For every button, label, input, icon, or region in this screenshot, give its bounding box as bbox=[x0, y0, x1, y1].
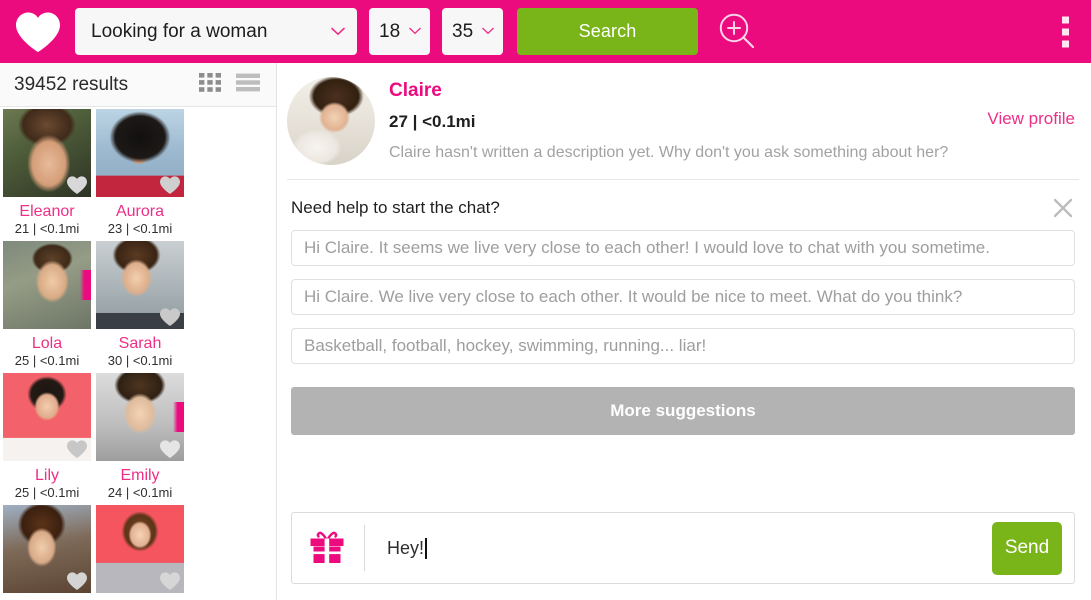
favorite-heart-icon[interactable] bbox=[159, 439, 181, 459]
chat-suggestion-2[interactable]: Hi Claire. We live very close to each ot… bbox=[291, 279, 1075, 315]
dating-app-window: Looking for a woman 18 35 Search 39452 r… bbox=[0, 0, 1091, 600]
profile-tile-name: Aurora bbox=[115, 203, 165, 220]
view-profile-link[interactable]: View profile bbox=[987, 109, 1075, 129]
age-min-value: 18 bbox=[379, 20, 401, 42]
chat-suggestion-1[interactable]: Hi Claire. It seems we live very close t… bbox=[291, 230, 1075, 266]
profile-tile[interactable]: Emily 24 | <0.1mi bbox=[96, 373, 184, 501]
profile-tile[interactable]: Zoe 25 | <0.1mi bbox=[96, 505, 184, 600]
chat-suggestion-3[interactable]: Basketball, football, hockey, swimming, … bbox=[291, 328, 1075, 364]
search-button[interactable]: Search bbox=[517, 8, 698, 55]
text-caret bbox=[425, 537, 427, 559]
profile-tile[interactable]: Lola 25 | <0.1mi bbox=[3, 241, 91, 369]
profile-tile[interactable]: Eleanor 21 | <0.1mi bbox=[3, 109, 91, 237]
profile-avatar[interactable] bbox=[287, 77, 375, 165]
profile-tile-name: Emily bbox=[120, 467, 160, 484]
chat-help-title: Need help to start the chat? bbox=[291, 198, 500, 217]
profile-tile-meta: 24 | <0.1mi bbox=[107, 485, 173, 500]
profile-meta: 27 | <0.1mi bbox=[389, 112, 476, 131]
profile-tile-meta: 21 | <0.1mi bbox=[14, 221, 80, 236]
gift-icon[interactable] bbox=[306, 527, 348, 569]
favorite-heart-icon[interactable] bbox=[159, 307, 181, 327]
profile-thumbnail[interactable] bbox=[96, 109, 184, 197]
age-min-select[interactable]: 18 bbox=[369, 8, 430, 55]
chat-help-header: Need help to start the chat? bbox=[287, 180, 1079, 230]
new-profile-flag bbox=[173, 402, 184, 432]
profile-info: Claire 27 | <0.1mi Claire hasn't written… bbox=[389, 77, 1079, 165]
profile-thumbnail[interactable] bbox=[96, 241, 184, 329]
profile-tile-name: Sarah bbox=[118, 335, 162, 352]
message-input-value: Hey! bbox=[387, 537, 425, 558]
favorite-heart-icon[interactable] bbox=[66, 571, 88, 591]
profile-tile-meta: 25 | <0.1mi bbox=[14, 353, 80, 368]
close-icon[interactable] bbox=[1051, 196, 1075, 220]
results-sidebar: 39452 results Eleanor 21 | <0.1mi Aurora… bbox=[0, 63, 277, 600]
kebab-dot bbox=[1062, 28, 1069, 35]
kebab-dot bbox=[1062, 40, 1069, 47]
magnifier-plus-icon[interactable] bbox=[716, 11, 758, 53]
profile-thumbnail[interactable] bbox=[96, 505, 184, 593]
profile-description: Claire hasn't written a description yet.… bbox=[389, 144, 949, 161]
list-view-icon[interactable] bbox=[236, 73, 260, 97]
chevron-down-icon bbox=[331, 27, 345, 36]
heart-logo-icon[interactable] bbox=[14, 10, 62, 54]
profile-tile-meta: 25 | <0.1mi bbox=[14, 485, 80, 500]
results-header: 39452 results bbox=[0, 63, 276, 107]
chevron-down-icon bbox=[482, 27, 496, 36]
kebab-menu-icon[interactable] bbox=[1062, 16, 1069, 47]
more-suggestions-button[interactable]: More suggestions bbox=[291, 387, 1075, 435]
profile-name[interactable]: Claire bbox=[389, 79, 1079, 103]
profile-tile[interactable]: Lily 25 | <0.1mi bbox=[3, 373, 91, 501]
kebab-dot bbox=[1062, 16, 1069, 23]
send-button[interactable]: Send bbox=[992, 521, 1062, 575]
profile-tile[interactable]: Aurora 23 | <0.1mi bbox=[96, 109, 184, 237]
profile-header: Claire 27 | <0.1mi Claire hasn't written… bbox=[287, 63, 1079, 180]
grid-view-icon[interactable] bbox=[199, 72, 221, 97]
message-input[interactable]: Hey! bbox=[387, 537, 980, 559]
profile-tile[interactable]: Sarah 30 | <0.1mi bbox=[96, 241, 184, 369]
favorite-heart-icon[interactable] bbox=[159, 175, 181, 195]
profile-thumbnail[interactable] bbox=[3, 373, 91, 461]
profile-tile-name: Eleanor bbox=[19, 203, 75, 220]
profile-thumbnail[interactable] bbox=[96, 373, 184, 461]
chat-pane: Claire 27 | <0.1mi Claire hasn't written… bbox=[277, 63, 1091, 600]
app-header: Looking for a woman 18 35 Search bbox=[0, 0, 1091, 63]
gender-filter-value: Looking for a woman bbox=[91, 20, 268, 42]
chevron-down-icon bbox=[409, 27, 423, 36]
gender-filter-select[interactable]: Looking for a woman bbox=[75, 8, 357, 55]
profile-tile-meta: 23 | <0.1mi bbox=[107, 221, 173, 236]
profile-tile[interactable]: Madison 28 | <0.1mi bbox=[3, 505, 91, 600]
favorite-heart-icon[interactable] bbox=[159, 571, 181, 591]
profile-thumbnail-grid: Eleanor 21 | <0.1mi Aurora 23 | <0.1mi L… bbox=[0, 107, 276, 600]
message-composer-wrap: Hey! Send bbox=[287, 512, 1079, 600]
profile-thumbnail[interactable] bbox=[3, 241, 91, 329]
results-count: 39452 results bbox=[14, 73, 129, 95]
profile-tile-name: Lola bbox=[31, 335, 63, 352]
profile-tile-meta: 30 | <0.1mi bbox=[107, 353, 173, 368]
message-composer: Hey! Send bbox=[291, 512, 1075, 584]
age-max-value: 35 bbox=[452, 20, 474, 42]
composer-divider bbox=[364, 525, 365, 571]
app-body: 39452 results Eleanor 21 | <0.1mi Aurora… bbox=[0, 63, 1091, 600]
age-max-select[interactable]: 35 bbox=[442, 8, 503, 55]
view-toggle bbox=[199, 72, 260, 97]
profile-tile-name: Lily bbox=[34, 467, 59, 484]
profile-thumbnail[interactable] bbox=[3, 109, 91, 197]
favorite-heart-icon[interactable] bbox=[66, 175, 88, 195]
new-profile-flag bbox=[80, 270, 91, 300]
avatar-subject bbox=[287, 77, 375, 165]
thumbnail-subject bbox=[3, 241, 91, 329]
profile-thumbnail[interactable] bbox=[3, 505, 91, 593]
favorite-heart-icon[interactable] bbox=[66, 439, 88, 459]
